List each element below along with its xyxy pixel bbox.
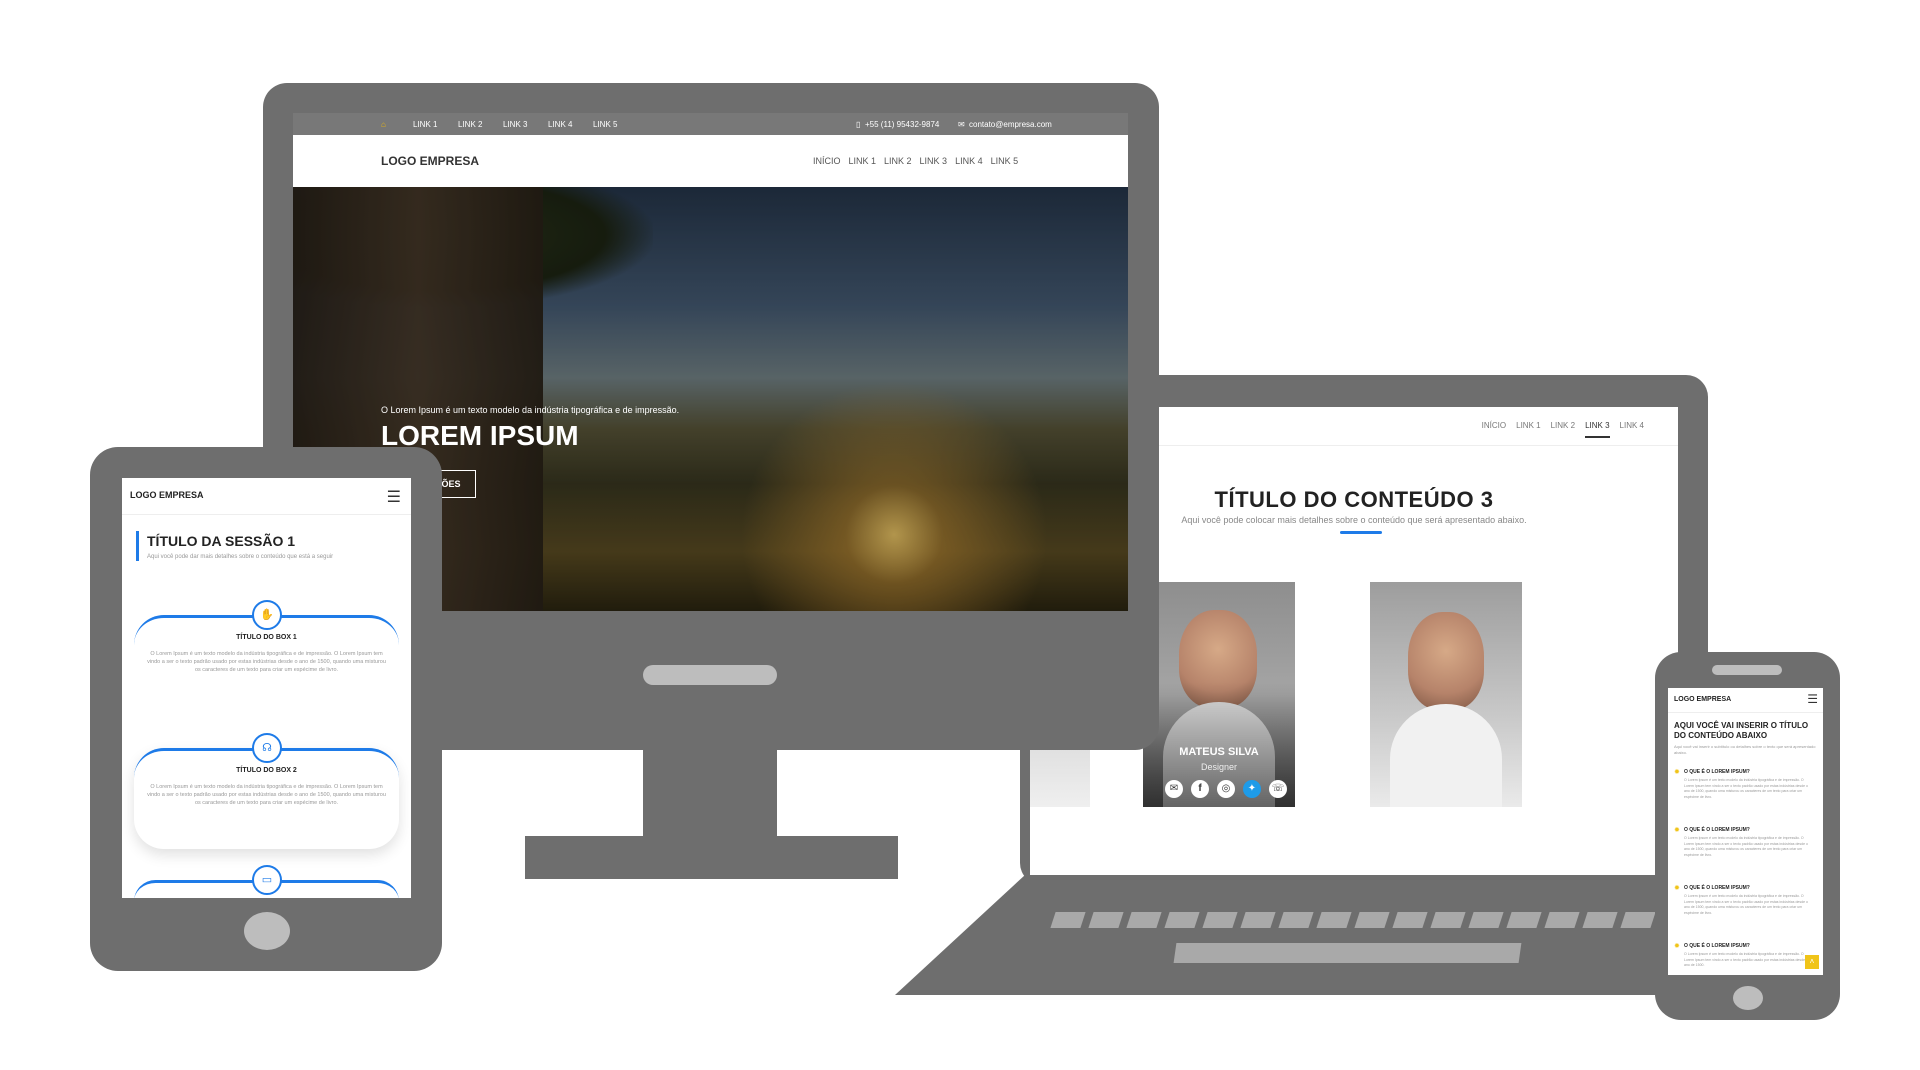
- faq-question: O QUE É O LOREM IPSUM?: [1684, 769, 1750, 775]
- facebook-icon[interactable]: f: [1191, 780, 1209, 798]
- phone-logo[interactable]: LOGO EMPRESA: [1674, 696, 1731, 703]
- topbar-link-4[interactable]: LINK 4: [548, 120, 572, 129]
- monitor-foot: [525, 836, 898, 879]
- tablet-home-button: [244, 912, 290, 950]
- whatsapp-icon[interactable]: ☏: [1269, 780, 1287, 798]
- phone-section-subtitle: Aqui você vai inserir o subtítulo ou det…: [1674, 744, 1816, 755]
- main-nav: LOGO EMPRESA INÍCIO LINK 1 LINK 2 LINK 3…: [293, 135, 1128, 187]
- team-member-role: Designer: [1200, 762, 1238, 772]
- hero-subtitle: O Lorem Ipsum é um texto modelo da indús…: [381, 405, 680, 415]
- topbar-email[interactable]: contato@empresa.com: [969, 120, 1052, 129]
- laptop-trackpad: [1173, 943, 1522, 963]
- topbar-link-1[interactable]: LINK 1: [413, 120, 437, 129]
- tablet-section-title: TÍTULO DA SESSÃO 1: [147, 533, 296, 549]
- box-title: TÍTULO DO BOX 2: [236, 767, 297, 774]
- tablet-logo[interactable]: LOGO EMPRESA: [130, 490, 204, 500]
- phone-home-button: [1733, 986, 1763, 1010]
- top-bar: ⌂ LINK 1 LINK 2 LINK 3 LINK 4 LINK 5 ▯ +…: [293, 113, 1128, 135]
- lightbulb-icon: ✹: [1674, 769, 1680, 776]
- nav-link-1[interactable]: LINK 1: [849, 156, 877, 166]
- section-accent-bar: [136, 531, 139, 561]
- feature-box: ▭: [134, 865, 399, 898]
- nav-link-5[interactable]: LINK 5: [991, 156, 1019, 166]
- envelope-icon[interactable]: ✉: [1165, 780, 1183, 798]
- phone-icon: ▯: [856, 120, 861, 129]
- laptop-nav-link-3[interactable]: LINK 3: [1585, 421, 1610, 438]
- team-card-photo: [1370, 582, 1522, 807]
- phone-header: LOGO EMPRESA ☰: [1668, 688, 1823, 713]
- instagram-icon[interactable]: ◎: [1217, 780, 1235, 798]
- social-icons: ✉ f ◎ ✦ ☏: [1165, 780, 1287, 798]
- scroll-to-top-button[interactable]: ˄: [1805, 955, 1819, 969]
- box-text: O Lorem Ipsum é um texto modelo da indús…: [147, 651, 386, 673]
- faq-question: O QUE É O LOREM IPSUM?: [1684, 943, 1750, 949]
- topbar-phone[interactable]: +55 (11) 95432-9874: [865, 120, 939, 129]
- hamburger-menu-icon[interactable]: ☰: [387, 487, 401, 507]
- tablet-header: LOGO EMPRESA ☰: [122, 478, 411, 515]
- hamburger-menu-icon[interactable]: ☰: [1807, 692, 1818, 706]
- feature-box: ✋ TÍTULO DO BOX 1 O Lorem Ipsum é um tex…: [134, 600, 399, 728]
- handshake-icon: ✋: [252, 600, 282, 630]
- lightbulb-icon: ✹: [1674, 827, 1680, 834]
- topbar-link-5[interactable]: LINK 5: [593, 120, 617, 129]
- laptop-title-underline: [1340, 531, 1382, 534]
- faq-item[interactable]: ✹ O QUE É O LOREM IPSUM? O Lorem Ipsum é…: [1674, 942, 1816, 975]
- lightbulb-icon: ✹: [1674, 885, 1680, 892]
- faq-answer: O Lorem Ipsum é um texto modelo da indús…: [1684, 952, 1808, 967]
- laptop-nav-link-1[interactable]: LINK 1: [1516, 421, 1540, 438]
- tablet-section-subtitle: Aqui você pode dar mais detalhes sobre o…: [147, 554, 334, 560]
- faq-question: O QUE É O LOREM IPSUM?: [1684, 885, 1750, 891]
- phone-section-title: AQUI VOCÊ VAI INSERIR O TÍTULO DO CONTEÚ…: [1674, 721, 1809, 740]
- nav-link-2[interactable]: LINK 2: [884, 156, 912, 166]
- laptop-keyboard-base: [895, 875, 1695, 995]
- logo[interactable]: LOGO EMPRESA: [381, 154, 479, 168]
- tablet-screen: LOGO EMPRESA ☰ TÍTULO DA SESSÃO 1 Aqui v…: [122, 478, 411, 898]
- team-card: MATEUS SILVA Designer ✉ f ◎ ✦ ☏: [1143, 582, 1295, 807]
- topbar-link-3[interactable]: LINK 3: [503, 120, 527, 129]
- home-icon[interactable]: ⌂: [381, 120, 386, 129]
- monitor-neck: [643, 748, 777, 838]
- faq-answer: O Lorem Ipsum é um texto modelo da indús…: [1684, 894, 1808, 915]
- nav-link-4[interactable]: LINK 4: [955, 156, 983, 166]
- laptop-nav-link-2[interactable]: LINK 2: [1551, 421, 1575, 438]
- nav-inicio[interactable]: INÍCIO: [813, 156, 841, 166]
- twitter-icon[interactable]: ✦: [1243, 780, 1261, 798]
- box-text: O Lorem Ipsum é um texto modelo da indús…: [147, 784, 386, 806]
- lightbulb-icon: ✹: [1674, 943, 1680, 950]
- faq-item[interactable]: ✹ O QUE É O LOREM IPSUM? O Lorem Ipsum é…: [1674, 826, 1816, 878]
- faq-question: O QUE É O LOREM IPSUM?: [1684, 827, 1750, 833]
- feature-box: ☊ TÍTULO DO BOX 2 O Lorem Ipsum é um tex…: [134, 733, 399, 849]
- phone-screen: LOGO EMPRESA ☰ AQUI VOCÊ VAI INSERIR O T…: [1668, 688, 1823, 975]
- faq-item[interactable]: ✹ O QUE É O LOREM IPSUM? O Lorem Ipsum é…: [1674, 884, 1816, 936]
- headset-icon: ☊: [252, 733, 282, 763]
- topbar-link-2[interactable]: LINK 2: [458, 120, 482, 129]
- email-icon: ✉: [958, 120, 965, 129]
- team-member-name: MATEUS SILVA: [1179, 746, 1259, 758]
- faq-answer: O Lorem Ipsum é um texto modelo da indús…: [1684, 836, 1808, 857]
- laptop-icon: ▭: [252, 865, 282, 895]
- faq-item[interactable]: ✹ O QUE É O LOREM IPSUM? O Lorem Ipsum é…: [1674, 768, 1816, 820]
- phone-speaker: [1712, 665, 1782, 675]
- faq-answer: O Lorem Ipsum é um texto modelo da indús…: [1684, 778, 1808, 799]
- box-title: TÍTULO DO BOX 1: [236, 634, 297, 641]
- nav-link-3[interactable]: LINK 3: [920, 156, 948, 166]
- laptop-nav-inicio[interactable]: INÍCIO: [1482, 421, 1506, 438]
- monitor-logo-bar: [643, 665, 777, 685]
- laptop-keys: [1050, 912, 1656, 928]
- laptop-nav-link-4[interactable]: LINK 4: [1620, 421, 1644, 438]
